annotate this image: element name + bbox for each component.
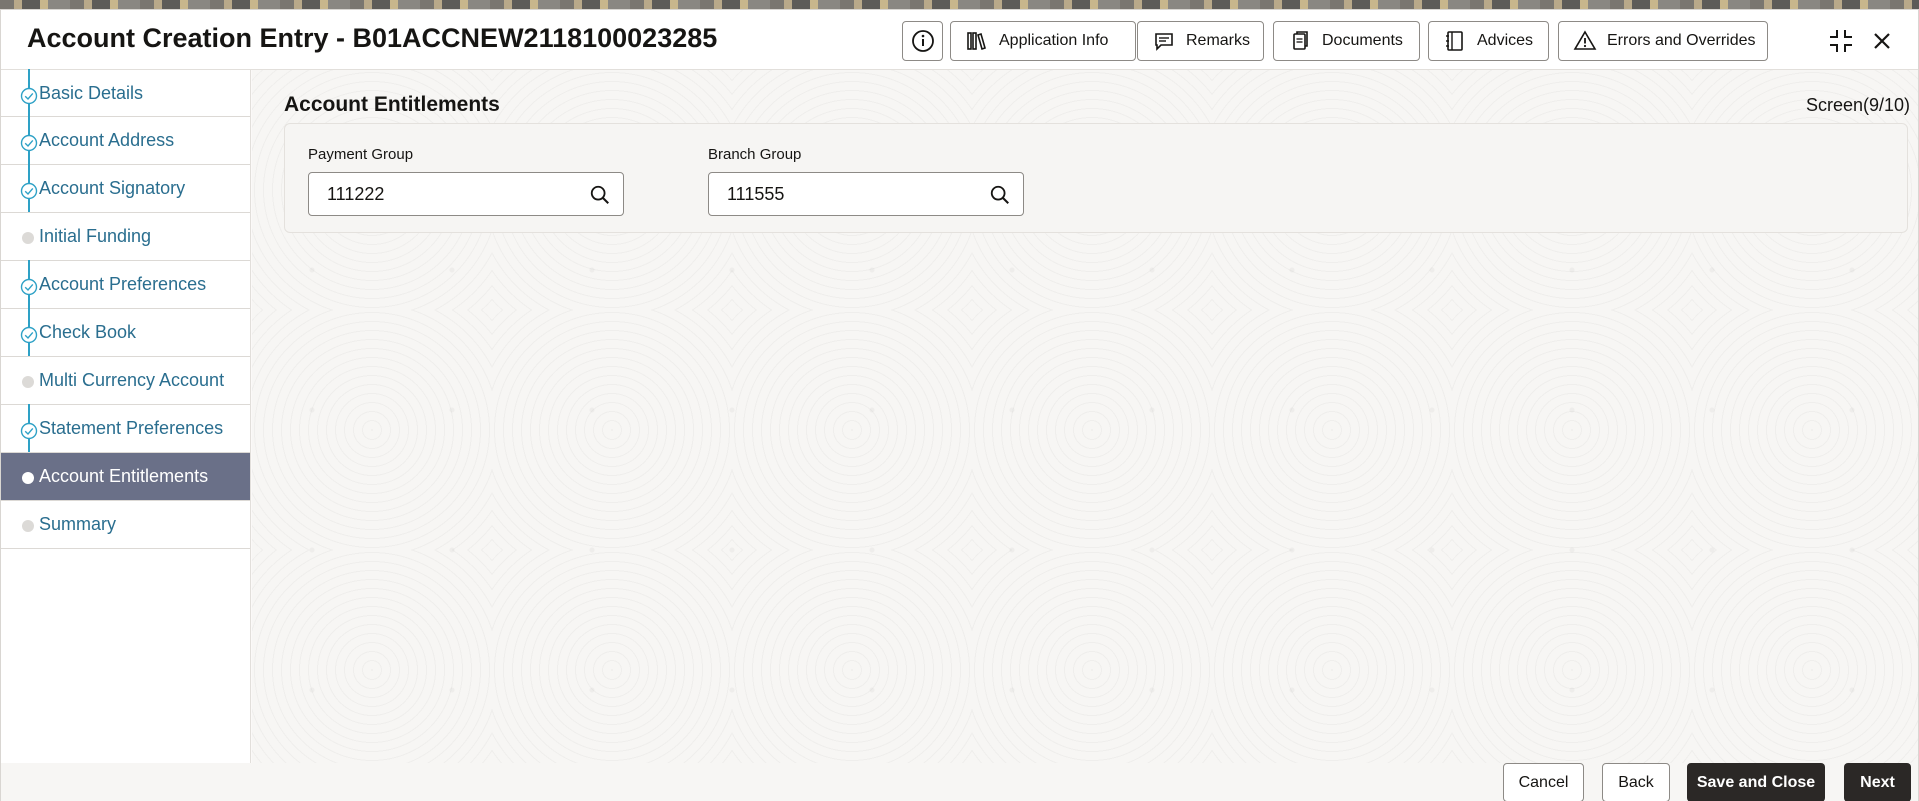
entitlements-panel: Payment Group 111222 Branch Group 111555 <box>284 123 1908 233</box>
top-decor-strip <box>0 0 1919 9</box>
cancel-button[interactable]: Cancel <box>1503 763 1584 801</box>
step-navigation: Basic Details Account Address Account Sign… <box>1 69 251 763</box>
section-title: Account Entitlements <box>284 93 500 116</box>
check-circle-icon <box>20 278 38 296</box>
main-content: Account Entitlements Screen(9/10) Paymen… <box>252 70 1918 763</box>
sidebar-item-check-book[interactable]: Check Book <box>1 308 250 357</box>
info-icon <box>911 30 934 52</box>
page-title: Account Creation Entry - B01ACCNEW211810… <box>27 23 718 53</box>
screen-counter: Screen(9/10) <box>1805 95 1910 115</box>
check-circle-icon <box>20 182 38 200</box>
sidebar-item-statement-preferences[interactable]: Statement Preferences <box>1 404 250 453</box>
search-icon[interactable] <box>589 184 611 206</box>
info-button[interactable] <box>902 21 943 61</box>
sidebar-item-account-preferences[interactable]: Account Preferences <box>1 260 250 309</box>
warning-icon <box>1573 30 1597 50</box>
application-info-button[interactable]: Application Info <box>950 21 1136 61</box>
back-button[interactable]: Back <box>1602 763 1670 801</box>
sidebar-item-account-signatory[interactable]: Account Signatory <box>1 164 250 213</box>
application-info-label: Application Info <box>999 32 1109 49</box>
check-circle-icon <box>20 134 38 152</box>
sidebar-item-summary[interactable]: Summary <box>1 501 250 549</box>
close-icon <box>1874 33 1890 49</box>
sidebar-item-label: Statement Preferences <box>39 418 224 438</box>
sidebar-item-label: Multi Currency Account <box>39 370 225 390</box>
sidebar-item-label: Basic Details <box>39 82 144 103</box>
notebook-icon <box>1446 31 1463 51</box>
footer-bar: Cancel Back Save and Close Next <box>1 763 1918 801</box>
sidebar-item-label: Initial Funding <box>39 226 152 246</box>
sidebar-item-basic-details[interactable]: Basic Details <box>1 69 250 117</box>
advices-label: Advices <box>1477 32 1534 49</box>
branch-group-label: Branch Group <box>708 146 802 163</box>
sidebar-item-label: Account Entitlements <box>39 466 209 486</box>
step-dot-icon <box>22 472 34 484</box>
step-dot-icon <box>22 520 34 532</box>
remarks-button[interactable]: Remarks <box>1137 21 1264 61</box>
account-creation-window: Account Creation Entry - B01ACCNEW211810… <box>0 9 1919 801</box>
chat-bubble-icon <box>1155 33 1173 51</box>
collapse-icon <box>1830 30 1852 52</box>
remarks-label: Remarks <box>1186 32 1251 49</box>
documents-label: Documents <box>1322 32 1403 49</box>
header-bar: Account Creation Entry - B01ACCNEW211810… <box>1 10 1918 70</box>
branch-group-input[interactable]: 111555 <box>708 172 1024 216</box>
library-books-icon <box>967 32 986 51</box>
sidebar-item-multi-currency-account[interactable]: Multi Currency Account <box>1 357 250 405</box>
next-button[interactable]: Next <box>1844 763 1911 801</box>
check-circle-icon <box>20 422 38 440</box>
branch-group-value: 111555 <box>727 183 785 204</box>
sidebar-item-label: Summary <box>39 514 117 534</box>
close-button[interactable] <box>1865 24 1899 58</box>
advices-button[interactable]: Advices <box>1428 21 1549 61</box>
search-icon[interactable] <box>989 184 1011 206</box>
sidebar-item-account-address[interactable]: Account Address <box>1 116 250 165</box>
errors-overrides-label: Errors and Overrides <box>1607 32 1756 49</box>
documents-button[interactable]: Documents <box>1273 21 1420 61</box>
step-dot-icon <box>22 376 34 388</box>
minimize-button[interactable] <box>1824 24 1858 58</box>
step-dot-icon <box>22 232 34 244</box>
sidebar-item-label: Account Address <box>39 130 175 150</box>
check-circle-icon <box>20 87 38 104</box>
sidebar-item-initial-funding[interactable]: Initial Funding <box>1 213 250 261</box>
payment-group-input[interactable]: 111222 <box>308 172 624 216</box>
sidebar-item-account-entitlements[interactable]: Account Entitlements <box>1 453 250 501</box>
payment-group-value: 111222 <box>327 183 385 204</box>
errors-overrides-button[interactable]: Errors and Overrides <box>1558 21 1768 61</box>
sidebar-item-label: Account Signatory <box>39 178 186 198</box>
documents-icon <box>1293 31 1308 50</box>
sidebar-item-label: Account Preferences <box>39 274 207 294</box>
sidebar-item-label: Check Book <box>39 322 137 342</box>
save-and-close-button[interactable]: Save and Close <box>1687 763 1825 801</box>
payment-group-label: Payment Group <box>308 146 414 163</box>
check-circle-icon <box>20 326 38 344</box>
